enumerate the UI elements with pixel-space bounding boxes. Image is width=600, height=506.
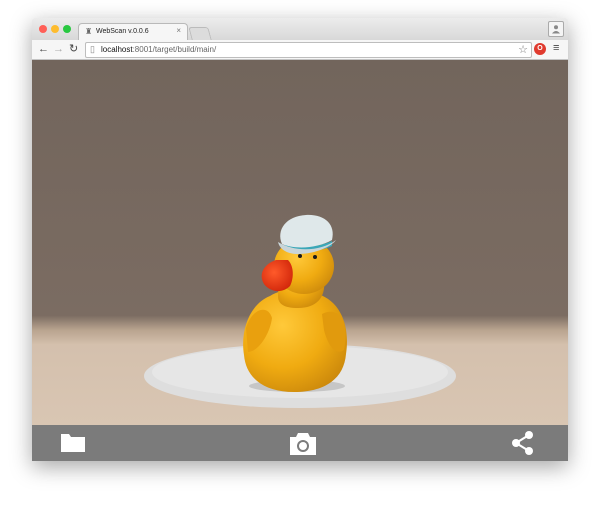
profile-button[interactable] — [548, 21, 564, 37]
close-window-button[interactable] — [39, 25, 47, 33]
duck-eye-right — [313, 255, 317, 259]
page-icon: ▯ — [90, 44, 95, 54]
minimize-window-button[interactable] — [51, 25, 59, 33]
tab-close-icon[interactable]: × — [176, 26, 181, 35]
tab-title: WebScan v.0.0.6 — [96, 28, 149, 35]
share-icon — [512, 431, 533, 455]
browser-window: ♜ WebScan v.0.0.6 × ← → ↻ ▯ localhost:80… — [32, 18, 568, 461]
back-arrow-icon[interactable]: ← — [38, 42, 49, 56]
camera-icon — [290, 433, 316, 455]
3d-viewport[interactable] — [32, 60, 568, 425]
forward-arrow-icon[interactable]: → — [53, 42, 64, 56]
extension-icon[interactable]: O — [534, 43, 546, 55]
address-bar[interactable]: ▯ localhost:8001/target/build/main/ ☆ — [85, 42, 532, 58]
bookmark-star-icon[interactable]: ☆ — [518, 43, 528, 56]
new-tab-button[interactable] — [188, 27, 212, 40]
bottom-toolbar — [32, 425, 568, 461]
zoom-window-button[interactable] — [63, 25, 71, 33]
reload-icon[interactable]: ↻ — [69, 42, 78, 56]
menu-icon[interactable]: ≡ — [553, 42, 559, 54]
camera-button[interactable] — [280, 425, 320, 461]
page-favicon-icon: ♜ — [85, 27, 93, 36]
share-button[interactable] — [502, 425, 542, 461]
tab-webscan[interactable]: ♜ WebScan v.0.0.6 × — [78, 23, 188, 41]
duck-eye — [298, 254, 302, 258]
person-icon — [552, 25, 560, 34]
browser-toolbar: ← → ↻ ▯ localhost:8001/target/build/main… — [32, 40, 568, 60]
folder-icon — [61, 434, 85, 452]
folder-button[interactable] — [52, 425, 92, 461]
title-bar: ♜ WebScan v.0.0.6 × — [32, 18, 568, 41]
url-text: localhost:8001/target/build/main/ — [101, 45, 217, 54]
scene-render — [32, 60, 568, 425]
